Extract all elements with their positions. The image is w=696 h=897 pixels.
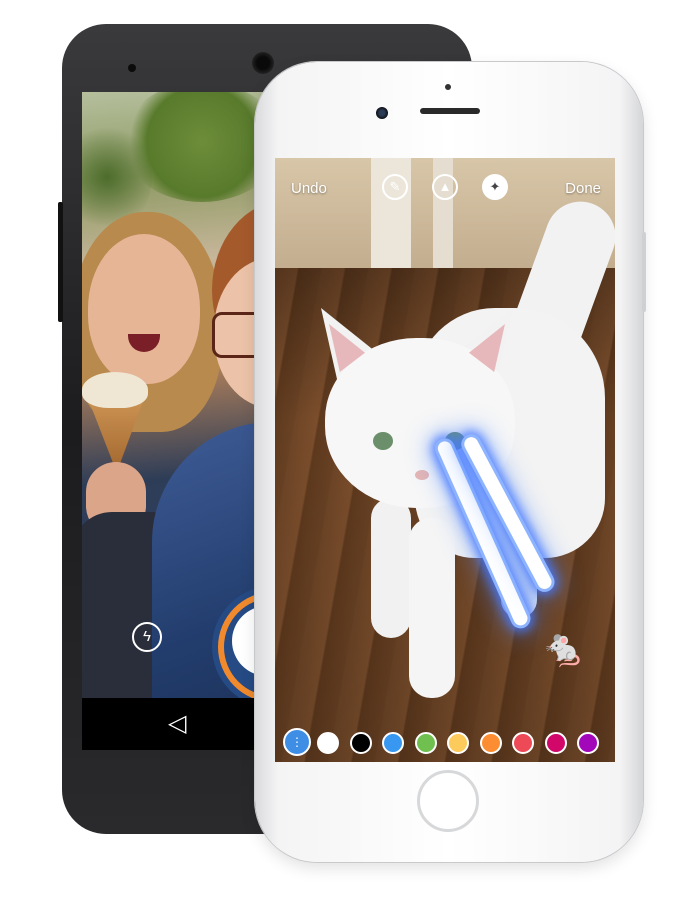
pen-tool-icon[interactable]: ✎ — [382, 174, 408, 200]
iphone-front-camera — [376, 107, 388, 119]
undo-button[interactable]: Undo — [291, 180, 327, 197]
mouse-sticker[interactable]: 🐁 — [541, 628, 586, 668]
android-speaker — [252, 52, 274, 74]
iphone-earpiece — [420, 108, 480, 114]
iphone-side-button — [642, 232, 646, 312]
color-palette: ⋮ — [275, 726, 615, 762]
iphone: 🐁 Undo ✎ ▲ ✦ Done ⋮ — [255, 62, 646, 862]
android-side-button — [58, 202, 63, 322]
flash-icon[interactable]: ϟ — [132, 622, 162, 652]
marker-tool-icon[interactable]: ▲ — [432, 174, 458, 200]
color-swatch[interactable] — [544, 732, 567, 754]
cat-nose — [415, 470, 429, 480]
color-swatch[interactable] — [577, 732, 599, 754]
cat-eye — [373, 432, 393, 450]
story-editor-canvas[interactable]: 🐁 Undo ✎ ▲ ✦ Done ⋮ — [275, 158, 615, 762]
brush-size-button[interactable]: ⋮ — [283, 728, 311, 756]
color-swatch[interactable] — [479, 732, 502, 754]
iphone-sensor — [445, 84, 451, 90]
cat-leg — [409, 518, 455, 698]
color-swatch[interactable] — [349, 732, 372, 754]
color-swatch[interactable] — [447, 732, 469, 754]
done-button[interactable]: Done — [565, 180, 601, 197]
neon-tool-icon[interactable]: ✦ — [482, 174, 508, 200]
cat-leg — [371, 498, 411, 638]
color-swatch[interactable] — [382, 732, 404, 754]
back-icon[interactable]: ◁ — [168, 710, 196, 738]
drawing-toolbar: Undo ✎ ▲ ✦ Done — [275, 158, 615, 214]
color-swatch[interactable] — [414, 732, 437, 754]
color-swatch[interactable] — [512, 732, 534, 754]
android-front-camera — [128, 64, 136, 72]
color-swatch[interactable] — [317, 732, 339, 754]
home-button[interactable] — [417, 770, 479, 832]
woman-face — [88, 234, 200, 384]
ice-cream-scoop — [82, 372, 148, 408]
